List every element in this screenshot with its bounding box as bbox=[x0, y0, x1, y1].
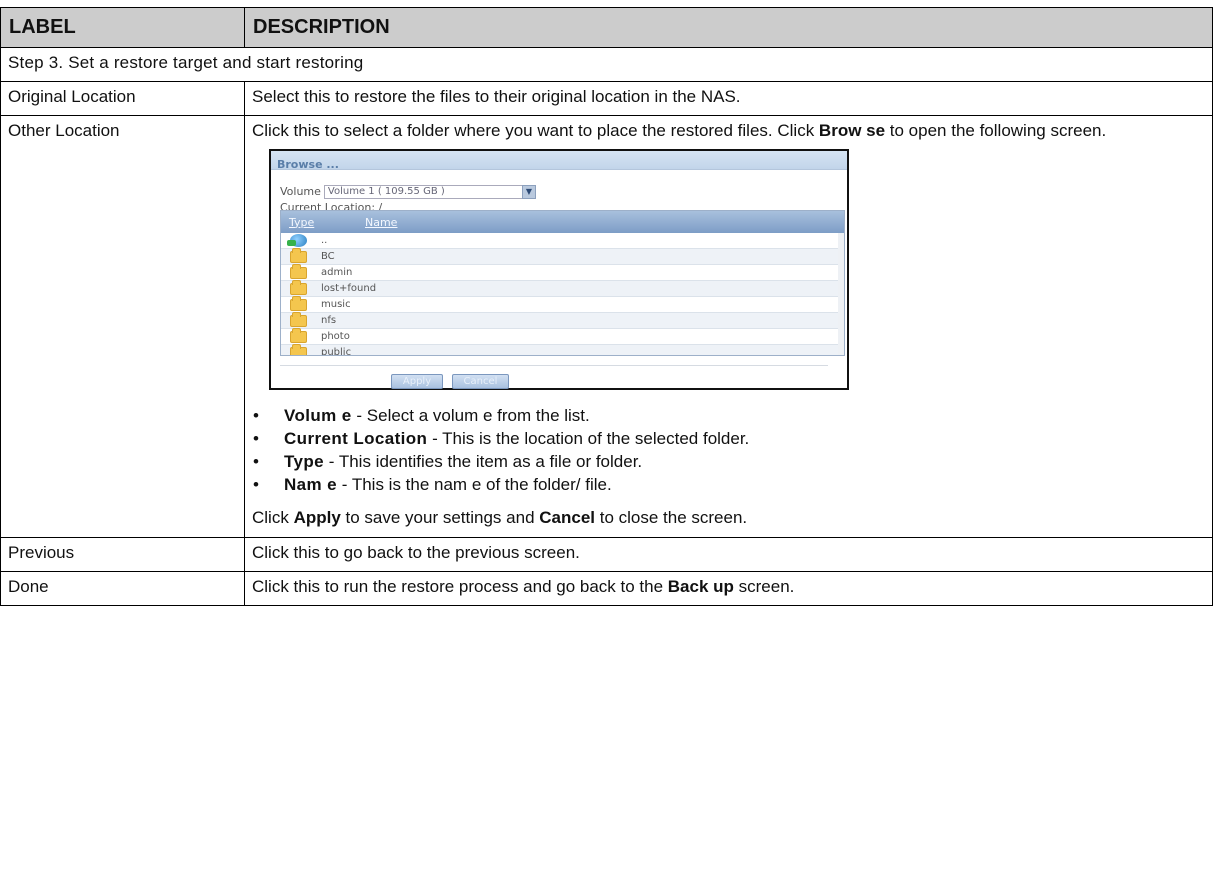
folder-grid: Type Name .. BC admin lost+found music n… bbox=[280, 210, 845, 356]
description-table: LABEL DESCRIPTION Step 3. Set a restore … bbox=[0, 7, 1213, 606]
other-location-intro: Click this to select a folder where you … bbox=[252, 121, 1107, 140]
list-item: public bbox=[281, 343, 844, 355]
list-item: .. bbox=[281, 233, 844, 249]
bullet-icon: • bbox=[253, 475, 259, 494]
table-row: Original Location Select this to restore… bbox=[0, 81, 1213, 116]
description-column-header: DESCRIPTION bbox=[244, 7, 1213, 48]
folder-icon bbox=[290, 247, 307, 263]
type-column-header: Type bbox=[289, 215, 315, 229]
cancel-button-image: Cancel bbox=[452, 374, 509, 389]
list-item: BC bbox=[281, 247, 844, 265]
list-item: nfs bbox=[281, 311, 844, 329]
label-column-header: LABEL bbox=[0, 7, 245, 48]
folder-grid-header: Type Name bbox=[281, 211, 844, 233]
table-row: Other Location Click this to select a fo… bbox=[0, 115, 1213, 538]
browse-dialog-title: Browse ... bbox=[271, 151, 847, 171]
browse-dialog-screenshot: Browse ... Volume Volume 1 ( 109.55 GB )… bbox=[269, 149, 849, 390]
row-desc-other-location: Click this to select a folder where you … bbox=[244, 115, 1213, 538]
list-item: • Nam e - This is the nam e of the folder… bbox=[253, 475, 612, 494]
bullet-icon: • bbox=[253, 406, 259, 425]
list-item: photo bbox=[281, 327, 844, 345]
list-item: • Type - This identifies the item as a fi… bbox=[253, 452, 643, 471]
table-row: Previous Click this to go back to the pr… bbox=[0, 537, 1213, 572]
row-label-previous: Previous bbox=[0, 537, 245, 572]
folder-icon bbox=[290, 263, 307, 279]
row-label-done: Done bbox=[0, 571, 245, 606]
dialog-button-row: Apply Cancel bbox=[391, 374, 509, 389]
bullet-icon: • bbox=[253, 452, 259, 471]
row-desc-done: Click this to run the restore process an… bbox=[244, 571, 1213, 606]
table-header-row: LABEL DESCRIPTION bbox=[0, 7, 1213, 48]
row-desc-previous: Click this to go back to the previous sc… bbox=[244, 537, 1213, 572]
folder-icon bbox=[290, 279, 307, 295]
dialog-divider bbox=[280, 365, 828, 366]
list-item: music bbox=[281, 295, 844, 313]
row-label-original-location: Original Location bbox=[0, 81, 245, 116]
parent-folder-icon bbox=[287, 234, 307, 247]
step-row: Step 3. Set a restore target and start r… bbox=[0, 47, 1213, 82]
folder-icon bbox=[290, 327, 307, 343]
grid-scrollbar bbox=[838, 233, 844, 355]
step-title: Step 3. Set a restore target and start r… bbox=[0, 47, 1213, 82]
list-item: • Volum e - Select a volum e from the lis… bbox=[253, 406, 590, 425]
field-bullet-list: • Volum e - Select a volum e from the lis… bbox=[252, 404, 1205, 496]
row-label-other-location: Other Location bbox=[0, 115, 245, 538]
table-row: Done Click this to run the restore proce… bbox=[0, 571, 1213, 606]
apply-cancel-note: Click Apply to save your settings and Ca… bbox=[252, 508, 748, 527]
apply-button-image: Apply bbox=[391, 374, 443, 389]
name-column-header: Name bbox=[365, 215, 398, 229]
folder-icon bbox=[290, 311, 307, 327]
chevron-down-icon: ▼ bbox=[521, 184, 536, 199]
folder-icon bbox=[290, 295, 307, 311]
folder-icon bbox=[290, 343, 307, 355]
list-item: lost+found bbox=[281, 279, 844, 297]
list-item: • Current Location - This is the location… bbox=[253, 429, 750, 448]
bullet-icon: • bbox=[253, 429, 259, 448]
row-desc-original-location: Select this to restore the files to thei… bbox=[244, 81, 1213, 116]
